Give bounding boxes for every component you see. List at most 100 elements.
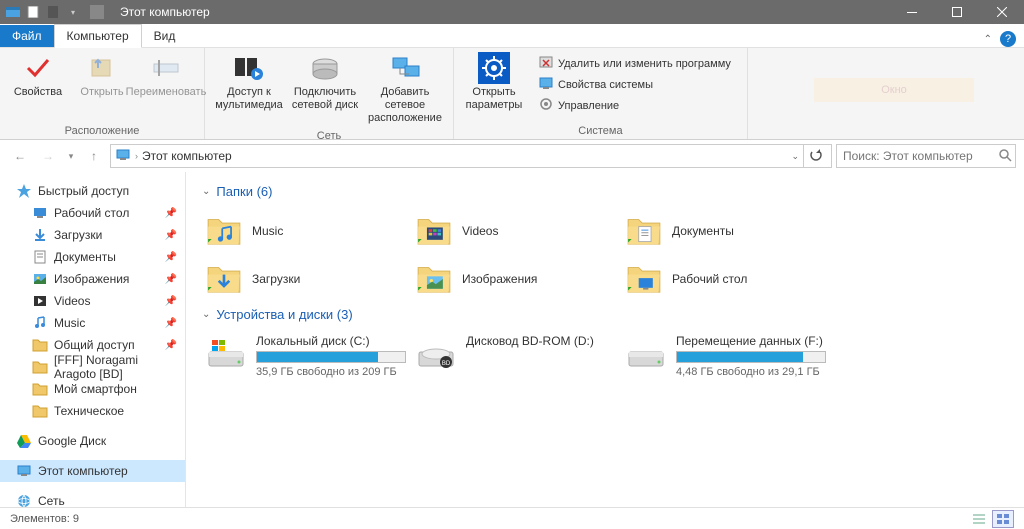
ribbon-settings[interactable]: Открыть параметры bbox=[462, 50, 526, 123]
sidebar-item[interactable]: Изображения📌 bbox=[0, 268, 185, 290]
folder-item[interactable]: Music bbox=[202, 207, 412, 255]
pin-icon: 📌 bbox=[165, 230, 177, 241]
pin-icon: 📌 bbox=[165, 208, 177, 219]
sidebar-item-label: Music bbox=[54, 316, 85, 330]
search-box[interactable] bbox=[836, 144, 1016, 168]
folder-icon bbox=[206, 213, 242, 249]
qat-dropdown-icon[interactable]: ▾ bbox=[66, 5, 80, 19]
group-folders-header[interactable]: ⌄Папки (6) bbox=[202, 184, 1008, 199]
folder-label: Videos bbox=[462, 224, 498, 238]
drive-label: Локальный диск (C:) bbox=[256, 334, 408, 348]
folder-item[interactable]: Изображения bbox=[412, 255, 622, 303]
sidebar-item-label: Общий доступ bbox=[54, 338, 135, 352]
help-icon[interactable]: ? bbox=[1000, 31, 1016, 47]
close-button[interactable] bbox=[979, 0, 1024, 24]
search-input[interactable] bbox=[843, 149, 998, 163]
ribbon-group-network: Сеть bbox=[317, 128, 341, 144]
maximize-button[interactable] bbox=[934, 0, 979, 24]
sidebar-item-label: Мой смартфон bbox=[54, 382, 137, 396]
pin-icon: 📌 bbox=[165, 340, 177, 351]
sidebar-quickaccess[interactable]: Быстрый доступ bbox=[0, 180, 185, 202]
item-count: Элементов: 9 bbox=[10, 513, 79, 525]
folder-icon bbox=[32, 249, 48, 265]
sidebar-network[interactable]: Сеть bbox=[0, 490, 185, 507]
folder-label: Рабочий стол bbox=[672, 272, 747, 286]
sidebar-gdrive[interactable]: Google Диск bbox=[0, 430, 185, 452]
ribbon-uninstall[interactable]: Удалить или изменить программу bbox=[538, 54, 731, 73]
sidebar-item[interactable]: Документы📌 bbox=[0, 246, 185, 268]
sidebar-item[interactable]: Music 📌 bbox=[0, 312, 185, 334]
group-drives-header[interactable]: ⌄Устройства и диски (3) bbox=[202, 307, 1008, 322]
search-icon[interactable] bbox=[998, 148, 1012, 165]
drive-icon bbox=[626, 334, 666, 374]
navbar: ← → ▾ ↑ › Этот компьютер ⌄ bbox=[0, 140, 1024, 172]
ribbon-mapdrive[interactable]: Подключить сетевой диск bbox=[289, 50, 361, 128]
folder-icon bbox=[626, 261, 662, 297]
tab-view[interactable]: Вид bbox=[142, 25, 188, 47]
ribbon-sysprops[interactable]: Свойства системы bbox=[538, 75, 731, 94]
folder-item[interactable]: Videos bbox=[412, 207, 622, 255]
pin-icon: 📌 bbox=[165, 296, 177, 307]
minimize-button[interactable] bbox=[889, 0, 934, 24]
up-button[interactable]: ↑ bbox=[82, 144, 106, 168]
folder-icon bbox=[32, 293, 48, 309]
refresh-button[interactable] bbox=[803, 145, 827, 167]
qat-new-icon[interactable] bbox=[46, 5, 60, 19]
drive-label: Дисковод BD-ROM (D:) bbox=[466, 334, 618, 348]
address-bar[interactable]: › Этот компьютер ⌄ bbox=[110, 144, 832, 168]
gear-icon bbox=[478, 52, 510, 84]
svg-text:BD: BD bbox=[442, 361, 451, 367]
sidebar-item[interactable]: Техническое bbox=[0, 400, 185, 422]
tab-computer[interactable]: Компьютер bbox=[54, 24, 142, 48]
folder-icon bbox=[416, 213, 452, 249]
folder-icon bbox=[32, 205, 48, 221]
address-dropdown-icon[interactable]: ⌄ bbox=[791, 151, 799, 162]
breadcrumb[interactable]: Этот компьютер bbox=[142, 149, 232, 163]
ribbon-group-system: Система bbox=[578, 123, 622, 139]
rename-icon bbox=[150, 52, 182, 84]
sidebar-item[interactable]: Загрузки📌 bbox=[0, 224, 185, 246]
drive-item[interactable]: BD Дисковод BD-ROM (D:) bbox=[412, 330, 622, 382]
drive-item[interactable]: Локальный диск (C:) 35,9 ГБ свободно из 2… bbox=[202, 330, 412, 382]
network-icon bbox=[389, 52, 421, 84]
folder-label: Документы bbox=[672, 224, 734, 238]
drive-item[interactable]: Перемещение данных (F:)4,48 ГБ свободно … bbox=[622, 330, 832, 382]
folder-label: Загрузки bbox=[252, 272, 300, 286]
sidebar-item[interactable]: Мой смартфон bbox=[0, 378, 185, 400]
qat-props-icon[interactable] bbox=[26, 5, 40, 19]
sidebar-item-label: [FFF] Noragami Aragoto [BD] bbox=[54, 353, 177, 381]
ribbon-group-location: Расположение bbox=[65, 123, 140, 139]
sidebar-thispc[interactable]: Этот компьютер bbox=[0, 460, 185, 482]
ribbon-addnet[interactable]: Добавить сетевое расположение bbox=[365, 50, 445, 128]
sidebar-item-label: Изображения bbox=[54, 272, 129, 286]
network-icon bbox=[16, 493, 32, 507]
folder-icon bbox=[32, 381, 48, 397]
ribbon-media[interactable]: Доступ к мультимедиа bbox=[213, 50, 285, 128]
back-button[interactable]: ← bbox=[8, 144, 32, 168]
ribbon-collapse-icon[interactable]: ⌃ bbox=[984, 34, 992, 45]
sidebar-item[interactable]: Рабочий стол📌 bbox=[0, 202, 185, 224]
folder-item[interactable]: Документы bbox=[622, 207, 832, 255]
ribbon-properties[interactable]: Свойства bbox=[8, 50, 68, 123]
drive-label: Перемещение данных (F:) bbox=[676, 334, 828, 348]
folder-label: Music bbox=[252, 224, 283, 238]
gdrive-icon bbox=[16, 433, 32, 449]
folder-icon bbox=[206, 261, 242, 297]
media-icon bbox=[233, 52, 265, 84]
ribbon-open: Открыть bbox=[72, 50, 132, 123]
tab-file[interactable]: Файл bbox=[0, 25, 54, 47]
forward-button[interactable]: → bbox=[36, 144, 60, 168]
ghost-window-button: Окно bbox=[814, 78, 974, 102]
sidebar-item-label: Документы bbox=[54, 250, 116, 264]
pin-icon: 📌 bbox=[165, 318, 177, 329]
drive-capacity-bar bbox=[256, 351, 406, 363]
app-icon bbox=[6, 5, 20, 19]
folder-item[interactable]: Рабочий стол bbox=[622, 255, 832, 303]
folder-item[interactable]: Загрузки bbox=[202, 255, 412, 303]
sidebar-item[interactable]: [FFF] Noragami Aragoto [BD] bbox=[0, 356, 185, 378]
ribbon-manage[interactable]: Управление bbox=[538, 96, 731, 115]
recent-dropdown[interactable]: ▾ bbox=[64, 144, 78, 168]
drive-info: 35,9 ГБ свободно из 209 ГБ bbox=[256, 366, 408, 378]
star-icon bbox=[16, 183, 32, 199]
sidebar-item[interactable]: Videos📌 bbox=[0, 290, 185, 312]
